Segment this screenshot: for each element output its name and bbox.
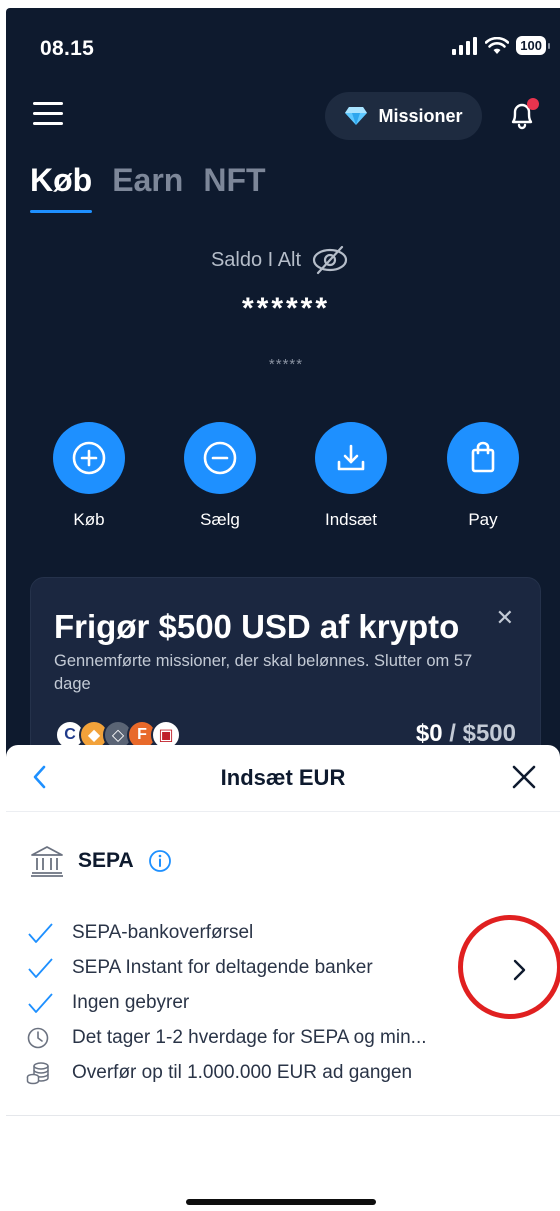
feature-text: SEPA-bankoverførsel [72,921,254,943]
app-screen: 08.15 100 Missioner Køb Earn NFT Saldo I… [0,0,560,1211]
signal-icon [452,36,478,55]
coins-icon [26,1061,58,1085]
list-item: Overfør op til 1.000.000 EUR ad gangen [26,1055,486,1090]
sepa-method-title[interactable]: SEPA [30,845,172,877]
feature-list: SEPA-bankoverførsel SEPA Instant for del… [26,915,486,1090]
list-item: Det tager 1-2 hverdage for SEPA og min..… [26,1020,486,1055]
menu-icon-line [33,122,63,125]
diamond-icon [345,107,368,125]
notification-badge [527,98,539,110]
home-indicator [186,1199,376,1205]
pay-button-circle [447,422,519,494]
feature-text: SEPA Instant for deltagende banker [72,956,373,978]
main-tabs: Køb Earn NFT [30,162,266,213]
feature-text: Ingen gebyrer [72,991,190,1013]
menu-button[interactable] [33,102,63,126]
close-sheet-button[interactable] [512,765,536,789]
notifications-button[interactable] [505,98,541,134]
pay-button[interactable]: Pay [423,422,543,530]
check-icon [26,921,58,945]
buy-button-circle [53,422,125,494]
bank-icon [31,846,63,877]
method-name: SEPA [78,849,134,872]
clock-icon [26,1026,58,1050]
close-icon [512,765,536,789]
pay-label: Pay [468,510,498,529]
promo-progress: $0 / $500 [416,720,516,748]
sheet-title: Indsæt EUR [220,765,346,790]
close-icon[interactable]: ✕ [496,605,514,631]
check-icon [26,991,58,1015]
deposit-button-circle [315,422,387,494]
progress-current: $0 [415,720,443,747]
buy-label: Køb [73,510,105,529]
tab-buy[interactable]: Køb [30,162,93,213]
deposit-label: Indsæt [325,510,377,529]
buy-button[interactable]: Køb [29,422,149,530]
feature-text: Det tager 1-2 hverdage for SEPA og min..… [72,1026,427,1048]
feature-text: Overfør op til 1.000.000 EUR ad gangen [72,1061,413,1083]
status-icons: 100 [452,36,550,55]
balance-header: Saldo I Alt [0,245,560,275]
list-item: Ingen gebyrer [26,985,486,1020]
missions-label: Missioner [378,105,463,126]
sell-button-circle [184,422,256,494]
balance-value: ****** [241,292,331,325]
balance-label: Saldo I Alt [210,248,302,271]
balance-sub-value: ***** [268,356,304,373]
check-icon [26,956,58,980]
tab-nft[interactable]: NFT [203,162,265,213]
status-time: 08.15 [40,37,95,60]
menu-icon-line [33,112,63,115]
sheet-divider [6,1115,560,1116]
highlight-circle [458,915,560,1019]
tab-earn[interactable]: Earn [112,162,183,213]
minus-circle-icon [203,441,237,475]
download-icon [337,444,365,471]
sell-label: Sælg [200,510,240,529]
shopping-bag-icon [471,441,495,473]
menu-icon [33,102,63,105]
list-item: SEPA Instant for deltagende banker [26,950,486,985]
deposit-button[interactable]: Indsæt [291,422,411,530]
progress-separator: / [442,720,463,747]
promo-title: Frigør $500 USD af krypto [54,608,460,645]
info-icon[interactable] [148,849,172,873]
plus-circle-icon [72,441,106,475]
battery-indicator: 100 [516,36,550,55]
sell-button[interactable]: Sælg [160,422,280,530]
wifi-icon [485,36,510,54]
missions-button[interactable]: Missioner [325,92,482,140]
list-item: SEPA-bankoverførsel [26,915,486,950]
eye-off-icon[interactable] [311,245,349,275]
progress-total: $500 [462,720,516,747]
sheet-header: Indsæt EUR [6,745,560,812]
promo-text: Gennemførte missioner, der skal belønnes… [54,652,473,693]
